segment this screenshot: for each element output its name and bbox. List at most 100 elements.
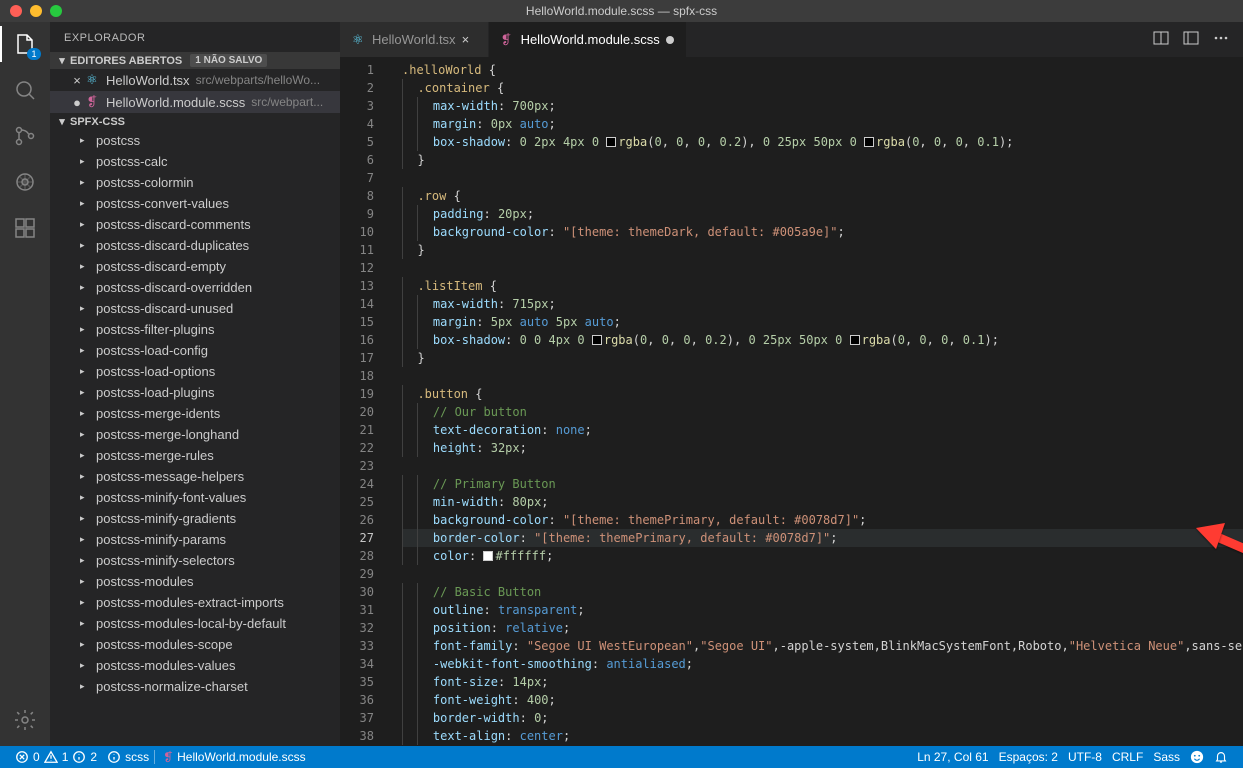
window-close-button[interactable] bbox=[10, 5, 22, 17]
chevron-right-icon: ▸ bbox=[80, 303, 90, 314]
folder-item[interactable]: ▸ postcss-normalize-charset bbox=[50, 676, 340, 697]
explorer-badge: 1 bbox=[27, 48, 41, 60]
activity-explorer[interactable]: 1 bbox=[11, 30, 39, 58]
folder-name: postcss-convert-values bbox=[96, 196, 229, 211]
folder-item[interactable]: ▸postcss-discard-overridden bbox=[50, 277, 340, 298]
status-eol[interactable]: CRLF bbox=[1107, 750, 1148, 764]
chevron-down-icon: ▾ bbox=[56, 54, 68, 67]
editor-tab[interactable]: ⚛HelloWorld.tsx× bbox=[340, 22, 489, 57]
chevron-right-icon: ▸ bbox=[80, 156, 90, 167]
folder-item[interactable]: ▸postcss-merge-rules bbox=[50, 445, 340, 466]
folder-item[interactable]: ▸ postcss-minify-selectors bbox=[50, 550, 340, 571]
close-icon[interactable]: × bbox=[70, 73, 84, 88]
folder-item[interactable]: ▸postcss-modules-local-by-default bbox=[50, 613, 340, 634]
status-scss[interactable]: scss bbox=[102, 750, 154, 764]
folder-item[interactable]: ▸postcss-modules-extract-imports bbox=[50, 592, 340, 613]
folder-item[interactable]: ▸postcss-convert-values bbox=[50, 193, 340, 214]
folder-item[interactable]: ▸ postcss-load-plugins bbox=[50, 382, 340, 403]
tab-label: HelloWorld.module.scss bbox=[521, 32, 660, 47]
sidebar-title: EXPLORADOR bbox=[50, 22, 340, 52]
folder-item[interactable]: ▸postcss-discard-comments bbox=[50, 214, 340, 235]
unsaved-badge: 1 NÃO SALVO bbox=[190, 54, 267, 67]
open-editors-list: ×⚛HelloWorld.tsxsrc/webparts/helloWo...●… bbox=[50, 69, 340, 113]
folder-item[interactable]: ▸postcss-minify-gradients bbox=[50, 508, 340, 529]
dirty-indicator bbox=[666, 36, 674, 44]
react-icon: ⚛ bbox=[86, 72, 98, 88]
folder-item[interactable]: ▸postcss-merge-longhand bbox=[50, 424, 340, 445]
project-name: SPFX-CSS bbox=[70, 116, 125, 128]
status-feedback[interactable] bbox=[1185, 750, 1209, 764]
folder-item[interactable]: ▸postcss-modules-values bbox=[50, 655, 340, 676]
folder-name: postcss-modules-local-by-default bbox=[96, 616, 286, 631]
status-language[interactable]: Sass bbox=[1148, 750, 1185, 764]
folder-name: postcss-load-plugins bbox=[96, 385, 215, 400]
folder-item[interactable]: ▸postcss-filter-plugins bbox=[50, 319, 340, 340]
chevron-down-icon: ▾ bbox=[56, 115, 68, 128]
status-bar: 0 1 2 scss ❡ HelloWorld.module.scss Ln 2… bbox=[0, 746, 1243, 768]
folder-name: postcss-minify-selectors bbox=[96, 553, 235, 568]
folder-item[interactable]: ▸postcss bbox=[50, 130, 340, 151]
folder-item[interactable]: ▸ postcss-minify-font-values bbox=[50, 487, 340, 508]
chevron-right-icon: ▸ bbox=[80, 555, 90, 566]
chevron-right-icon: ▸ bbox=[80, 471, 90, 482]
editor-tab[interactable]: ❡HelloWorld.module.scss bbox=[489, 22, 687, 57]
folder-item[interactable]: ▸postcss-modules bbox=[50, 571, 340, 592]
open-editors-header[interactable]: ▾ EDITORES ABERTOS 1 NÃO SALVO bbox=[50, 52, 340, 69]
tab-actions bbox=[1153, 22, 1243, 57]
tab-label: HelloWorld.tsx bbox=[372, 32, 456, 47]
folder-item[interactable]: ▸postcss-discard-unused bbox=[50, 298, 340, 319]
folder-name: postcss-minify-gradients bbox=[96, 511, 236, 526]
activity-extensions[interactable] bbox=[11, 214, 39, 242]
status-file[interactable]: ❡ HelloWorld.module.scss bbox=[154, 750, 311, 764]
folder-name: postcss-merge-idents bbox=[96, 406, 220, 421]
folder-item[interactable]: ▸postcss-message-helpers bbox=[50, 466, 340, 487]
folder-item[interactable]: ▸postcss-discard-empty bbox=[50, 256, 340, 277]
folder-name: postcss-normalize-charset bbox=[96, 679, 248, 694]
folder-item[interactable]: ▸postcss-merge-idents bbox=[50, 403, 340, 424]
folder-name: postcss-calc bbox=[96, 154, 168, 169]
status-indent[interactable]: Espaços: 2 bbox=[994, 750, 1063, 764]
folder-item[interactable]: ▸postcss-discard-duplicates bbox=[50, 235, 340, 256]
open-editors-label: EDITORES ABERTOS bbox=[70, 55, 182, 67]
code-editor[interactable]: 1234567891011121314151617181920212223242… bbox=[340, 57, 1243, 746]
file-tree: ▸postcss▸postcss-calc▸postcss-colormin▸p… bbox=[50, 130, 340, 746]
activity-settings[interactable] bbox=[11, 706, 39, 734]
folder-item[interactable]: ▸ postcss-calc bbox=[50, 151, 340, 172]
layout-icon[interactable] bbox=[1183, 30, 1199, 49]
file-path: src/webpart... bbox=[251, 95, 323, 109]
folder-name: postcss-discard-comments bbox=[96, 217, 251, 232]
folder-item[interactable]: ▸postcss-load-options bbox=[50, 361, 340, 382]
folder-name: postcss-load-options bbox=[96, 364, 215, 379]
close-icon[interactable]: × bbox=[462, 32, 476, 47]
folder-item[interactable]: ▸postcss-modules-scope bbox=[50, 634, 340, 655]
activity-search[interactable] bbox=[11, 76, 39, 104]
folder-item[interactable]: ▸postcss-colormin bbox=[50, 172, 340, 193]
status-problems[interactable]: 0 1 2 bbox=[10, 750, 102, 764]
more-icon[interactable] bbox=[1213, 30, 1229, 49]
status-cursor[interactable]: Ln 27, Col 61 bbox=[912, 750, 993, 764]
chevron-right-icon: ▸ bbox=[80, 429, 90, 440]
sass-icon: ❡ bbox=[163, 750, 173, 764]
open-editor-item[interactable]: ●❡HelloWorld.module.scsssrc/webpart... bbox=[50, 91, 340, 113]
folder-name: postcss-colormin bbox=[96, 175, 194, 190]
window-minimize-button[interactable] bbox=[30, 5, 42, 17]
folder-item[interactable]: ▸postcss-minify-params bbox=[50, 529, 340, 550]
chevron-right-icon: ▸ bbox=[80, 492, 90, 503]
split-editor-icon[interactable] bbox=[1153, 30, 1169, 49]
status-encoding[interactable]: UTF-8 bbox=[1063, 750, 1107, 764]
chevron-right-icon: ▸ bbox=[80, 576, 90, 587]
chevron-right-icon: ▸ bbox=[80, 681, 90, 692]
code-content[interactable]: .helloWorld { .container { max-width: 70… bbox=[388, 57, 1243, 746]
chevron-right-icon: ▸ bbox=[80, 387, 90, 398]
chevron-right-icon: ▸ bbox=[80, 135, 90, 146]
activity-source-control[interactable] bbox=[11, 122, 39, 150]
status-bell[interactable] bbox=[1209, 750, 1233, 764]
folder-name: postcss-minify-params bbox=[96, 532, 226, 547]
open-editor-item[interactable]: ×⚛HelloWorld.tsxsrc/webparts/helloWo... bbox=[50, 69, 340, 91]
activity-debug[interactable] bbox=[11, 168, 39, 196]
folder-name: postcss-discard-duplicates bbox=[96, 238, 249, 253]
folder-name: postcss-minify-font-values bbox=[96, 490, 246, 505]
window-maximize-button[interactable] bbox=[50, 5, 62, 17]
project-header[interactable]: ▾ SPFX-CSS bbox=[50, 113, 340, 130]
folder-item[interactable]: ▸postcss-load-config bbox=[50, 340, 340, 361]
